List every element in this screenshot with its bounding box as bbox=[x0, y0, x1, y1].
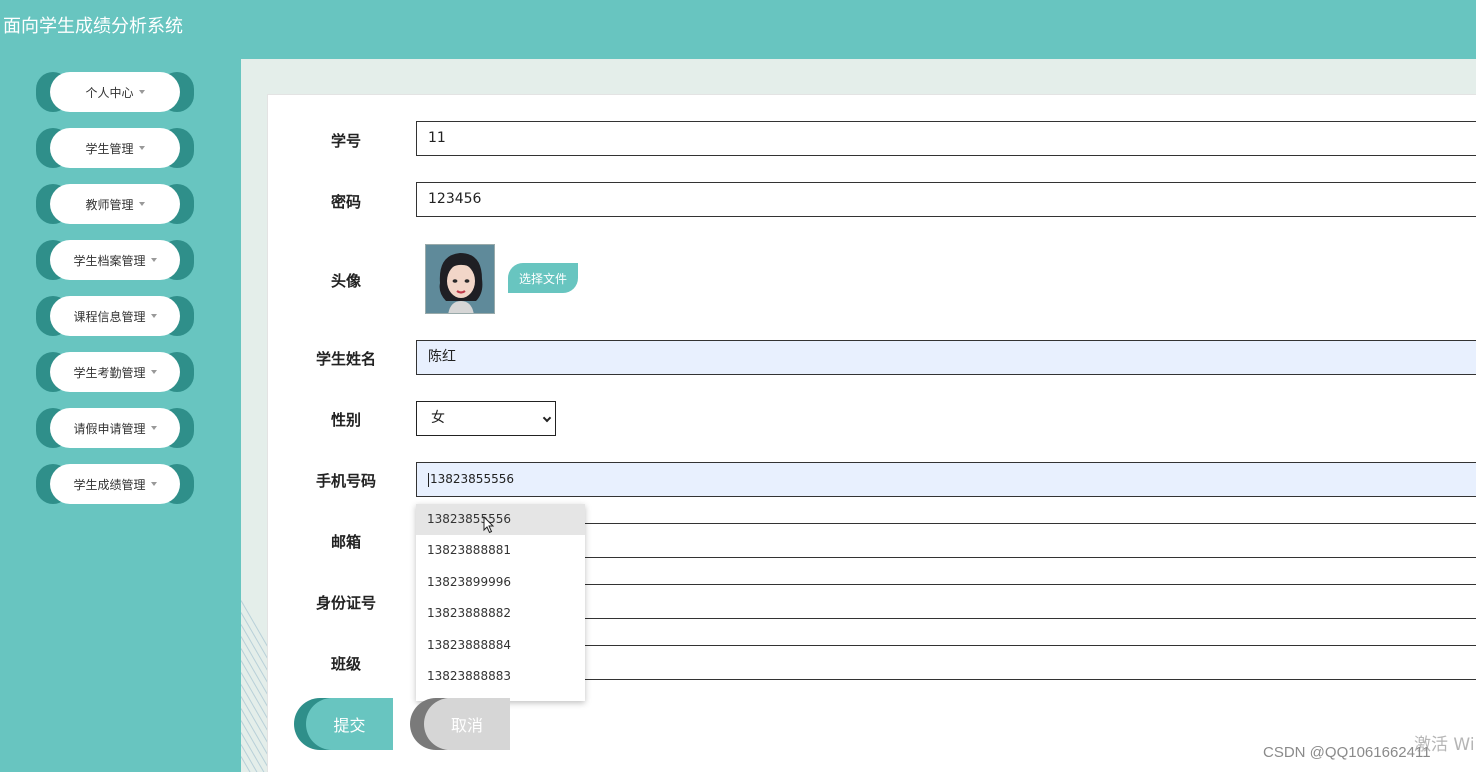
student-no-input[interactable]: 11 bbox=[416, 121, 1476, 156]
sidebar-item-grades[interactable]: 学生成绩管理 bbox=[36, 464, 194, 504]
chevron-down-icon bbox=[138, 146, 145, 150]
submit-button[interactable]: 提交 bbox=[294, 698, 393, 750]
name-input[interactable]: 陈红 bbox=[416, 340, 1476, 375]
sidebar-item-student-management[interactable]: 学生管理 bbox=[36, 128, 194, 168]
sidebar: 个人中心 学生管理 教师管理 学生档案管理 课程信息管理 学生考勤管理 请假申请… bbox=[0, 59, 241, 772]
chevron-down-icon bbox=[150, 482, 157, 486]
chevron-down-icon bbox=[150, 258, 157, 262]
gender-label: 性别 bbox=[330, 411, 361, 429]
sidebar-item-attendance[interactable]: 学生考勤管理 bbox=[36, 352, 194, 392]
sidebar-item-teacher-management[interactable]: 教师管理 bbox=[36, 184, 194, 224]
email-label: 邮箱 bbox=[330, 533, 361, 551]
mouse-pointer-icon bbox=[483, 516, 495, 534]
top-bar: 面向学生成绩分析系统 bbox=[0, 0, 1476, 59]
sidebar-item-label: 学生管理 bbox=[85, 141, 134, 156]
sidebar-item-label: 请假申请管理 bbox=[73, 421, 146, 436]
sidebar-item-label: 学生成绩管理 bbox=[73, 477, 146, 492]
chevron-down-icon bbox=[542, 413, 552, 423]
chevron-down-icon bbox=[138, 202, 145, 206]
phone-autocomplete-list: 13823855556 13823888881 13823899996 1382… bbox=[416, 504, 585, 701]
sidebar-item-personal-center[interactable]: 个人中心 bbox=[36, 72, 194, 112]
chevron-down-icon bbox=[150, 426, 157, 430]
class-label: 班级 bbox=[330, 655, 361, 673]
choose-file-button[interactable]: 选择文件 bbox=[508, 263, 578, 293]
autocomplete-option[interactable]: 13823888882 bbox=[416, 598, 585, 629]
phone-label: 手机号码 bbox=[315, 472, 376, 490]
phone-input[interactable]: 13823855556 bbox=[416, 462, 1476, 497]
sidebar-item-leave-requests[interactable]: 请假申请管理 bbox=[36, 408, 194, 448]
app-title: 面向学生成绩分析系统 bbox=[3, 16, 183, 37]
name-label: 学生姓名 bbox=[315, 350, 376, 368]
sidebar-item-label: 学生档案管理 bbox=[73, 253, 146, 268]
chevron-down-icon bbox=[150, 314, 157, 318]
sidebar-item-course-info[interactable]: 课程信息管理 bbox=[36, 296, 194, 336]
sidebar-item-label: 课程信息管理 bbox=[73, 309, 146, 324]
submit-button-label: 提交 bbox=[306, 698, 393, 750]
avatar-image bbox=[425, 244, 495, 314]
chevron-down-icon bbox=[138, 90, 145, 94]
autocomplete-option[interactable]: 13823899996 bbox=[416, 567, 585, 598]
autocomplete-option[interactable]: 13823888881 bbox=[416, 535, 585, 566]
cancel-button-label: 取消 bbox=[424, 698, 510, 750]
gender-select[interactable]: 女 bbox=[416, 401, 556, 436]
autocomplete-option[interactable]: 13823855556 bbox=[416, 504, 585, 536]
password-input[interactable]: 123456 bbox=[416, 182, 1476, 217]
student-no-label: 学号 bbox=[330, 132, 361, 150]
sidebar-item-student-archives[interactable]: 学生档案管理 bbox=[36, 240, 194, 280]
gender-select-value: 女 bbox=[431, 410, 445, 426]
avatar-label: 头像 bbox=[330, 272, 361, 290]
text-cursor bbox=[428, 472, 429, 487]
id-card-label: 身份证号 bbox=[315, 594, 376, 612]
phone-input-value: 13823855556 bbox=[430, 472, 514, 486]
sidebar-item-label: 学生考勤管理 bbox=[73, 365, 146, 380]
chevron-down-icon bbox=[150, 370, 157, 374]
watermark: CSDN @QQ1061662411 bbox=[1263, 744, 1431, 761]
autocomplete-option[interactable]: 13823888883 bbox=[416, 661, 585, 692]
sidebar-item-label: 教师管理 bbox=[85, 197, 134, 212]
autocomplete-option[interactable]: 13823888884 bbox=[416, 630, 585, 661]
password-label: 密码 bbox=[330, 193, 361, 211]
cancel-button[interactable]: 取消 bbox=[410, 698, 510, 750]
sidebar-item-label: 个人中心 bbox=[85, 85, 134, 100]
